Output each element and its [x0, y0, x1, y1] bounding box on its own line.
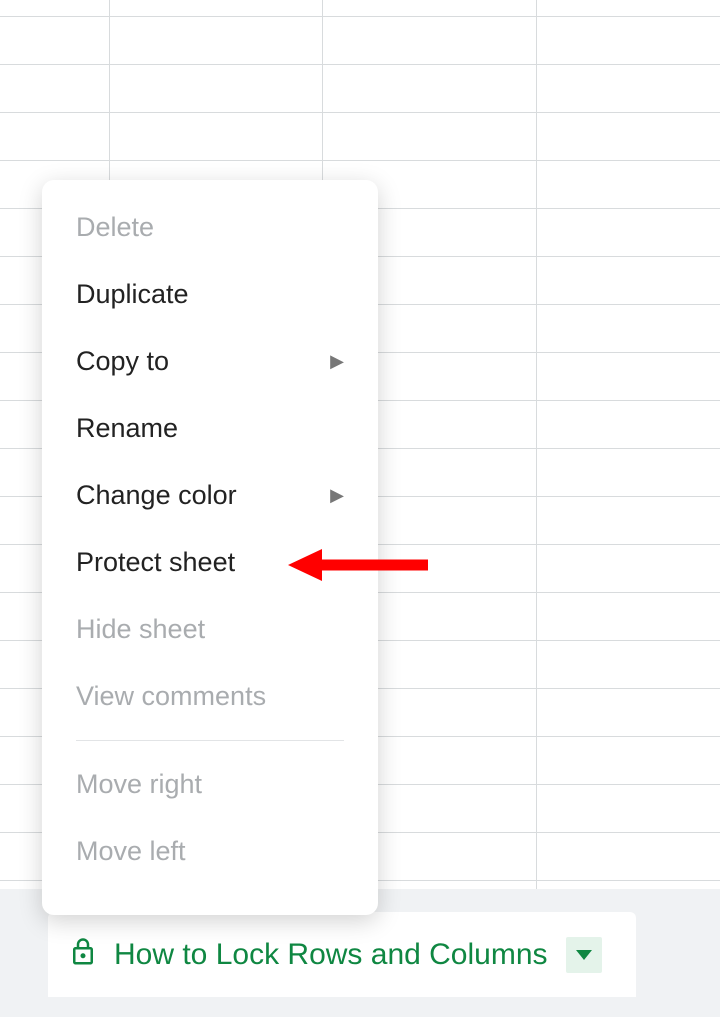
- grid-cell[interactable]: [109, 16, 323, 65]
- menu-item-copy-to[interactable]: Copy to ▶: [42, 328, 378, 395]
- menu-item-view-comments: View comments: [42, 663, 378, 730]
- grid-cell[interactable]: [536, 784, 720, 833]
- grid-cell[interactable]: [109, 64, 323, 113]
- grid-cell[interactable]: [0, 0, 110, 17]
- menu-item-move-right: Move right: [42, 751, 378, 818]
- menu-item-label: Rename: [76, 413, 178, 444]
- grid-cell[interactable]: [536, 688, 720, 737]
- grid-cell[interactable]: [536, 736, 720, 785]
- menu-item-label: View comments: [76, 681, 266, 712]
- grid-cell[interactable]: [536, 496, 720, 545]
- menu-item-move-left: Move left: [42, 818, 378, 885]
- menu-item-label: Duplicate: [76, 279, 189, 310]
- grid-cell[interactable]: [109, 112, 323, 161]
- menu-item-label: Change color: [76, 480, 237, 511]
- submenu-arrow-icon: ▶: [330, 485, 344, 506]
- caret-down-icon: [576, 950, 592, 960]
- grid-cell[interactable]: [322, 112, 537, 161]
- grid-cell[interactable]: [536, 592, 720, 641]
- grid-cell[interactable]: [536, 64, 720, 113]
- sheet-tab-name: How to Lock Rows and Columns: [114, 938, 548, 972]
- grid-cell[interactable]: [536, 544, 720, 593]
- menu-item-rename[interactable]: Rename: [42, 395, 378, 462]
- grid-cell[interactable]: [322, 0, 537, 17]
- menu-item-delete: Delete: [42, 194, 378, 261]
- menu-item-protect-sheet[interactable]: Protect sheet: [42, 529, 378, 596]
- grid-cell[interactable]: [536, 208, 720, 257]
- grid-cell[interactable]: [536, 352, 720, 401]
- grid-cell[interactable]: [0, 112, 110, 161]
- menu-item-duplicate[interactable]: Duplicate: [42, 261, 378, 328]
- grid-cell[interactable]: [0, 64, 110, 113]
- grid-cell[interactable]: [109, 0, 323, 17]
- menu-item-label: Delete: [76, 212, 154, 243]
- lock-icon: [68, 936, 98, 973]
- menu-item-change-color[interactable]: Change color ▶: [42, 462, 378, 529]
- menu-item-label: Protect sheet: [76, 547, 235, 578]
- grid-cell[interactable]: [536, 0, 720, 17]
- menu-divider: [76, 740, 344, 741]
- menu-item-label: Copy to: [76, 346, 169, 377]
- menu-item-label: Move left: [76, 836, 186, 867]
- grid-cell[interactable]: [536, 112, 720, 161]
- grid-cell[interactable]: [536, 160, 720, 209]
- grid-cell[interactable]: [322, 64, 537, 113]
- grid-cell[interactable]: [536, 256, 720, 305]
- menu-item-label: Hide sheet: [76, 614, 205, 645]
- grid-cell[interactable]: [0, 16, 110, 65]
- grid-cell[interactable]: [536, 16, 720, 65]
- menu-item-label: Move right: [76, 769, 202, 800]
- grid-cell[interactable]: [536, 832, 720, 881]
- sheet-context-menu: Delete Duplicate Copy to ▶ Rename Change colo…: [42, 180, 378, 915]
- grid-cell[interactable]: [536, 400, 720, 449]
- submenu-arrow-icon: ▶: [330, 351, 344, 372]
- active-sheet-tab[interactable]: How to Lock Rows and Columns: [48, 912, 636, 997]
- grid-cell[interactable]: [536, 304, 720, 353]
- sheet-tab-dropdown-button[interactable]: [566, 937, 602, 973]
- grid-cell[interactable]: [536, 448, 720, 497]
- grid-cell[interactable]: [536, 640, 720, 689]
- menu-item-hide-sheet: Hide sheet: [42, 596, 378, 663]
- grid-cell[interactable]: [322, 16, 537, 65]
